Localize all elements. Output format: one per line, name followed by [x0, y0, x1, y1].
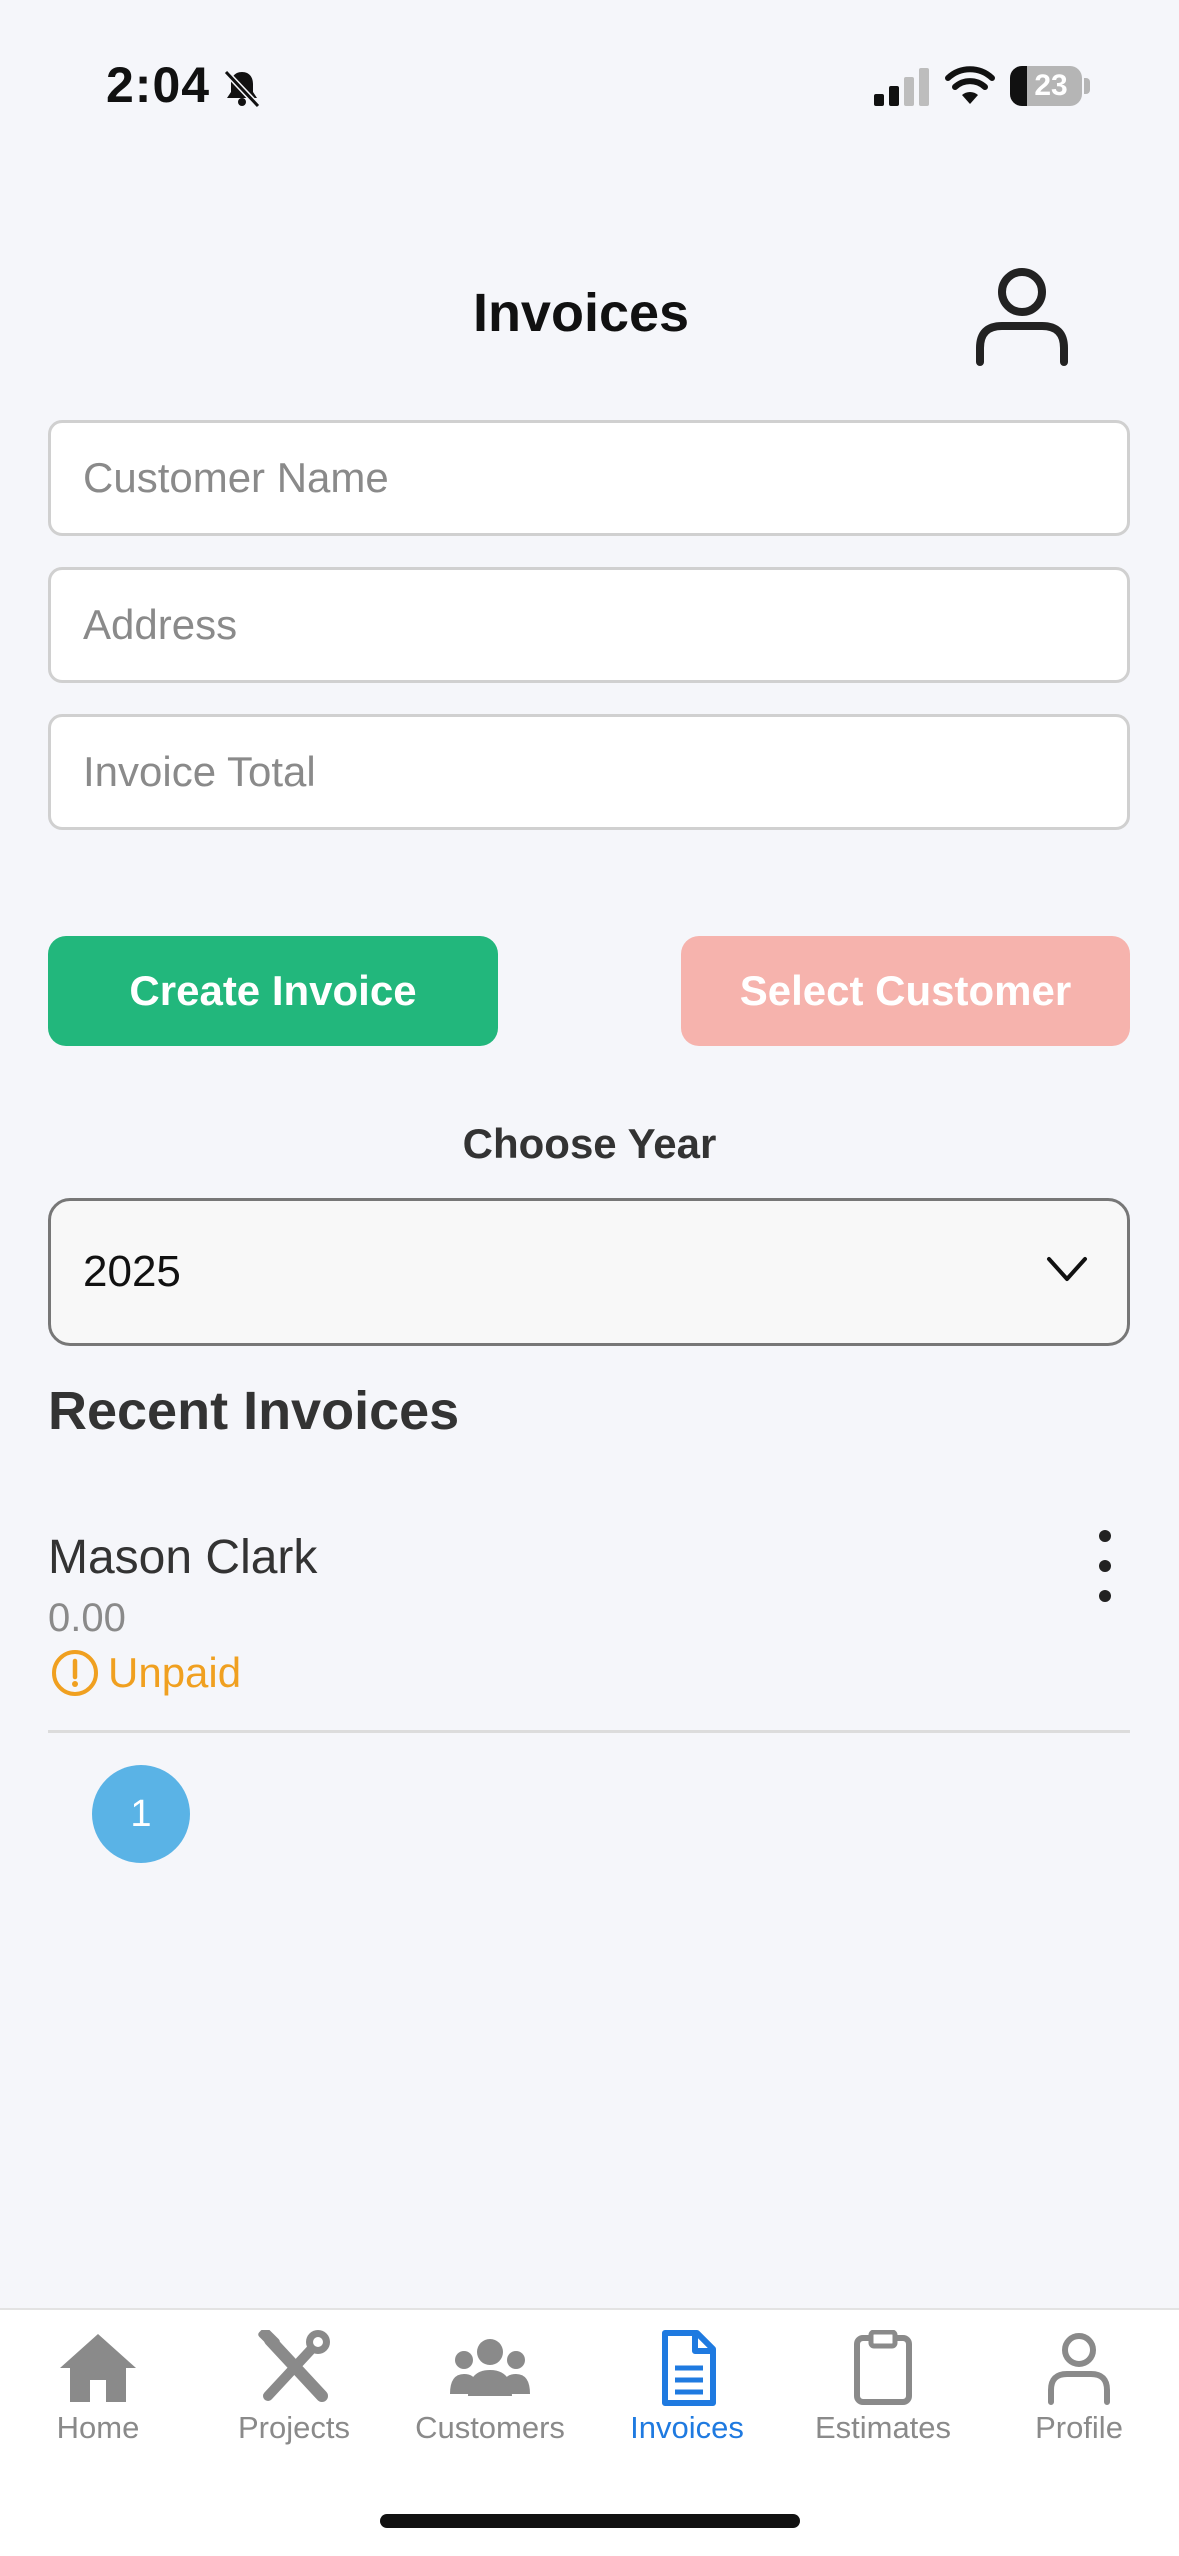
invoice-status-text: Unpaid [108, 1649, 242, 1696]
tab-invoices[interactable]: Invoices [589, 2330, 785, 2480]
battery-percent: 23 [1034, 69, 1068, 102]
select-customer-button[interactable]: Select Customer [681, 936, 1130, 1046]
tools-icon [258, 2330, 330, 2402]
battery-tip [1084, 78, 1090, 94]
tab-label: Profile [1035, 2410, 1123, 2445]
tab-profile[interactable]: Profile [981, 2330, 1177, 2480]
clipboard-icon [854, 2330, 912, 2405]
choose-year-label: Choose Year [462, 1120, 717, 1167]
wifi-icon [945, 66, 995, 104]
tab-label: Home [56, 2410, 140, 2445]
tab-home[interactable]: Home [0, 2330, 196, 2480]
year-select[interactable]: 2025 [48, 1198, 1130, 1346]
home-indicator [380, 2514, 800, 2528]
create-invoice-button[interactable]: Create Invoice [48, 936, 498, 1046]
status-time: 2:04 [106, 57, 211, 113]
tab-customers[interactable]: Customers [392, 2330, 588, 2480]
tab-estimates[interactable]: Estimates [785, 2330, 981, 2480]
invoice-status: Unpaid [50, 1648, 241, 1698]
tab-label: Projects [238, 2410, 350, 2445]
invoice-customer-name: Mason Clark [48, 1531, 318, 1584]
invoice-total-input[interactable] [48, 714, 1130, 830]
user-icon[interactable] [972, 262, 1072, 368]
bell-slash-icon [223, 69, 261, 109]
pagination-page-button[interactable]: 1 [92, 1765, 190, 1863]
list-divider [48, 1730, 1130, 1733]
chevron-down-icon [1047, 1257, 1087, 1281]
battery-indicator: 23 [1010, 66, 1082, 106]
customer-name-input[interactable] [48, 420, 1130, 536]
status-bar: 2:04 23 [0, 0, 1179, 160]
document-icon [662, 2330, 716, 2406]
invoice-list-item[interactable]: Mason Clark 0.00 Unpaid [48, 1500, 1130, 1732]
tab-label: Invoices [630, 2410, 744, 2445]
more-vertical-icon[interactable] [1090, 1526, 1120, 1606]
tab-projects[interactable]: Projects [196, 2330, 392, 2480]
cellular-signal-icon [874, 68, 929, 106]
user-icon [1048, 2333, 1110, 2405]
alert-circle-icon [52, 1650, 98, 1696]
tab-label: Estimates [814, 2410, 952, 2445]
tab-label: Customers [415, 2410, 565, 2445]
home-icon [60, 2334, 136, 2402]
recent-invoices-title: Recent Invoices [48, 1381, 460, 1441]
users-icon [450, 2339, 530, 2396]
address-input[interactable] [48, 567, 1130, 683]
invoice-amount: 0.00 [48, 1596, 126, 1640]
year-select-value: 2025 [83, 1247, 181, 1296]
